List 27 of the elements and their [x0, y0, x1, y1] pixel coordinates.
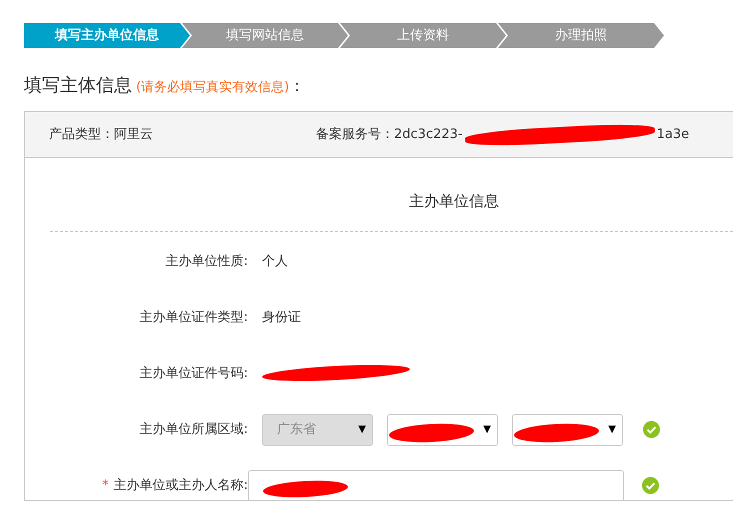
product-type-value: 阿里云 [114, 126, 153, 144]
caret-icon: ▼ [608, 422, 616, 437]
heading-note: (请务必填写真实有效信息) [136, 79, 290, 97]
caret-icon: ▼ [358, 422, 366, 437]
required-asterisk: * [102, 478, 109, 493]
service-number-end: 1a3e [656, 126, 690, 144]
service-number-label: 备案服务号： [316, 126, 394, 144]
product-type-label: 产品类型： [49, 126, 114, 144]
step-tab[interactable]: 上传资料 [340, 23, 506, 48]
step-tab[interactable]: 办理拍照 [498, 23, 664, 48]
field-label: 主办单位所属区域: [140, 422, 248, 437]
region-select[interactable]: ▼ [512, 414, 623, 446]
heading-colon: ： [289, 75, 306, 97]
form-heading: 填写主体信息 [24, 74, 132, 98]
field-value: 身份证 [262, 308, 301, 327]
section-title: 主办单位信息 [409, 192, 499, 210]
region-select[interactable]: ▼ [387, 414, 498, 446]
field-label: 主办单位性质: [166, 254, 248, 269]
caret-icon: ▼ [483, 422, 491, 437]
field-label: 主办单位或主办人名称: [114, 478, 248, 493]
step-tab[interactable]: 填写网站信息 [182, 23, 348, 48]
step-tab[interactable]: 填写主办单位信息 [24, 23, 190, 48]
name-field[interactable] [248, 470, 624, 500]
service-number-start: 2dc3c223- [394, 126, 463, 144]
field-label: 主办单位证件号码: [140, 366, 248, 381]
field-label: 主办单位证件类型: [140, 310, 248, 325]
field-value: 个人 [262, 252, 288, 271]
